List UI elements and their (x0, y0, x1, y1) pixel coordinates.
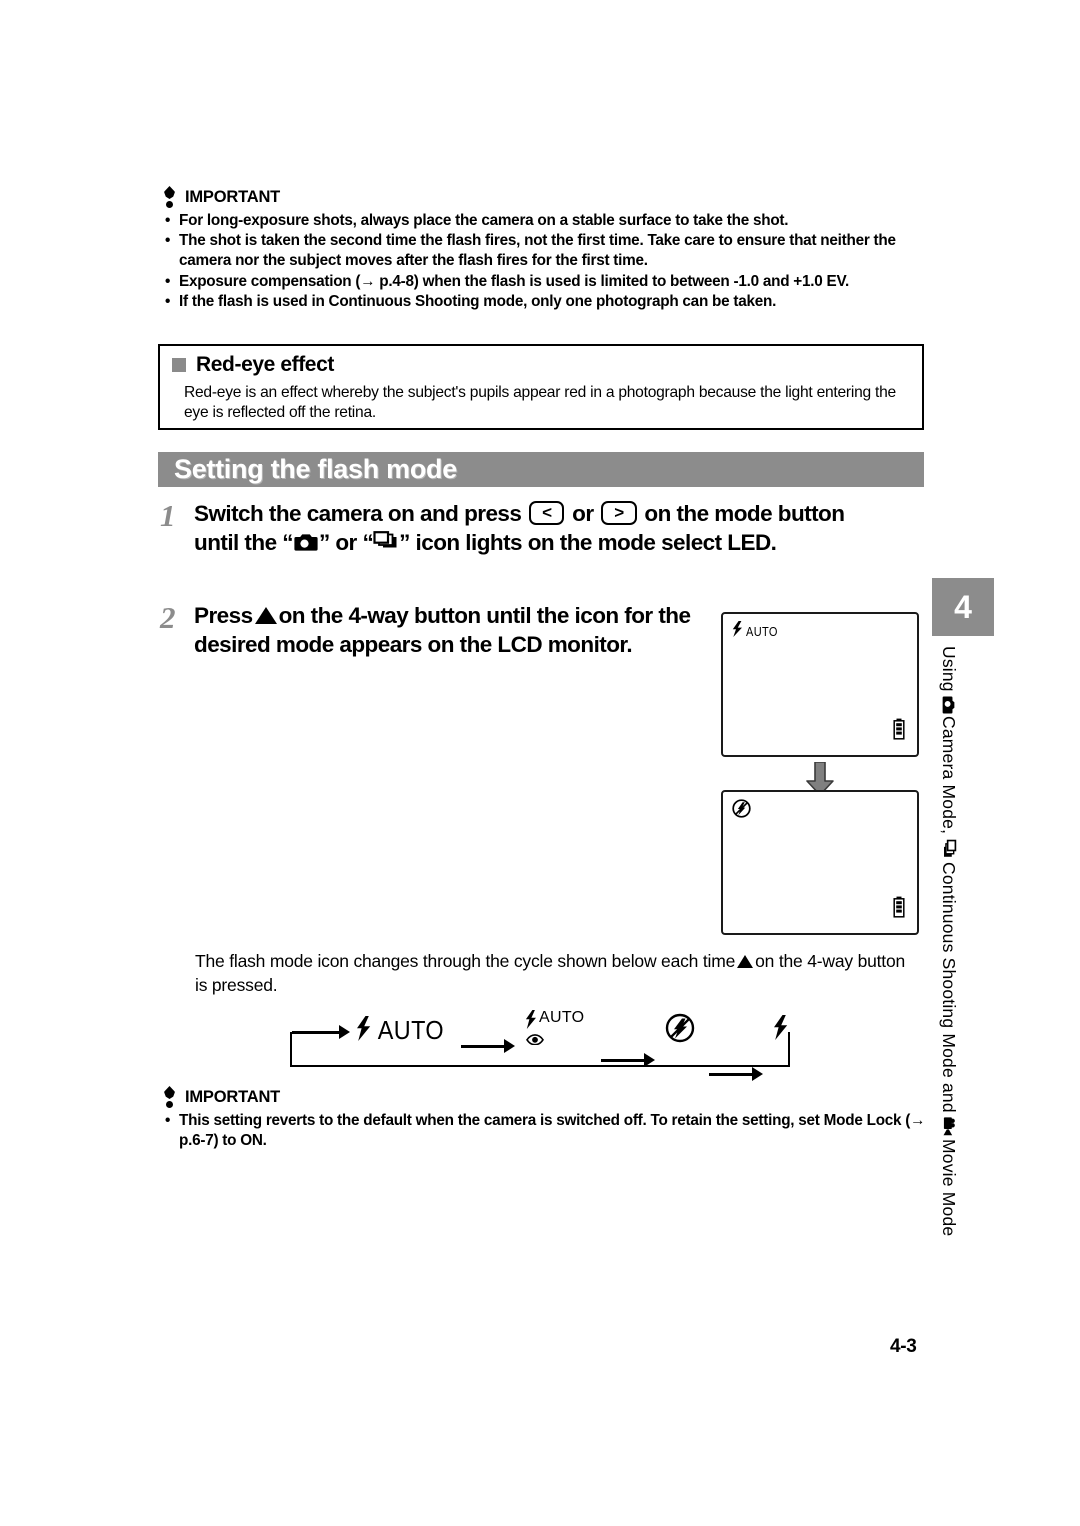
exclamation-icon (163, 186, 176, 208)
chapter-vertical-title: Using Camera Mode, Continuous Shooting M… (938, 646, 959, 1256)
red-eye-header: Red-eye effect (160, 346, 922, 379)
lcd-flash-label: AUTO (746, 624, 778, 639)
lcd-flash-indicator-before: AUTO (732, 621, 782, 642)
vertical-title-part: Camera Mode, (939, 715, 959, 834)
battery-icon (893, 896, 905, 923)
flash-mode-cycle-diagram: AUTO AUTO (290, 1010, 790, 1081)
step-1: 1 Switch the camera on and press < or > … (160, 498, 875, 557)
flash-bolt-icon (525, 1010, 537, 1034)
flash-bolt-icon (356, 1015, 371, 1046)
step-text: Press on the 4-way button until the icon … (194, 602, 695, 659)
cycle-item-flash-auto: AUTO (356, 1015, 448, 1046)
continuous-shooting-icon (373, 530, 399, 552)
flash-off-icon (665, 1013, 695, 1047)
step-text-part: Switch the camera on and press (194, 501, 522, 526)
step-text-part: ” or “ (318, 529, 374, 555)
important-title: IMPORTANT (185, 187, 281, 206)
important-header: IMPORTANT (163, 186, 928, 208)
list-item: The shot is taken the second time the fl… (163, 231, 928, 271)
important-notice-top: IMPORTANT For long-exposure shots, alway… (163, 186, 928, 312)
flash-off-icon (732, 799, 751, 823)
mode-button-right-icon: > (601, 501, 637, 525)
list-item: This setting reverts to the default when… (163, 1111, 928, 1151)
step-number: 1 (160, 498, 176, 533)
chapter-number: 4 (954, 588, 972, 625)
cycle-item-flash-auto-redeye: AUTO (525, 1010, 593, 1050)
vertical-title-part: Using (939, 646, 959, 692)
cycle-arrow-3 (709, 1067, 1080, 1081)
movie-camera-icon (942, 1115, 956, 1136)
list-item: If the flash is used in Continuous Shoot… (163, 292, 928, 312)
important-notice-bottom: IMPORTANT This setting reverts to the de… (163, 1086, 928, 1151)
red-eye-body-text: Red-eye is an effect whereby the subject… (184, 384, 896, 421)
vertical-title-part: Movie Mode (939, 1138, 959, 1237)
camera-mode-icon (293, 531, 319, 551)
step-text-part: ” icon lights on the mode select LED. (399, 529, 777, 555)
camera-mode-icon (942, 693, 956, 714)
step-text: Switch the camera on and press < or > on… (194, 500, 875, 557)
flash-bolt-icon (732, 621, 743, 642)
step-text-part: Press (194, 603, 253, 628)
step-2: 2 Press on the 4-way button until the ico… (160, 600, 695, 659)
section-heading-bar: Setting the flash mode (158, 452, 924, 487)
cycle-caption-part: The flash mode icon changes through the … (195, 951, 736, 971)
important-title: IMPORTANT (185, 1087, 281, 1106)
exclamation-icon (163, 1086, 176, 1108)
vertical-title-part: Continuous Shooting Mode and (939, 861, 959, 1113)
chapter-tab: 4 (932, 578, 994, 636)
lcd-flash-indicator-after (732, 799, 751, 823)
important-bullet-list: This setting reverts to the default when… (163, 1111, 928, 1151)
battery-icon (893, 718, 905, 745)
lcd-monitor-before: AUTO (721, 612, 919, 757)
cycle-arrow-2 (601, 1053, 1080, 1067)
step-number: 2 (160, 600, 176, 635)
cycle-item-label: AUTO (539, 1009, 585, 1026)
triangle-up-icon (737, 955, 754, 968)
mode-button-left-icon: < (529, 501, 565, 525)
page-title: Setting the flash mode (174, 454, 457, 484)
triangle-up-icon (254, 607, 277, 624)
list-item: Exposure compensation (→ p.4-8) when the… (163, 272, 928, 292)
cycle-caption: The flash mode icon changes through the … (195, 950, 910, 997)
red-eye-icon (526, 1032, 593, 1050)
step-text-or: or (572, 501, 594, 526)
flash-bolt-icon (773, 1015, 788, 1044)
red-eye-title: Red-eye effect (196, 353, 334, 376)
continuous-shooting-icon (941, 837, 957, 858)
cycle-item-flash-off (665, 1013, 695, 1048)
important-header: IMPORTANT (163, 1086, 928, 1108)
page-number: 4-3 (890, 1336, 917, 1357)
cycle-item-label: AUTO (377, 1015, 445, 1045)
important-bullet-list: For long-exposure shots, always place th… (163, 211, 928, 312)
lcd-monitor-after (721, 790, 919, 935)
list-item: For long-exposure shots, always place th… (163, 211, 928, 231)
red-eye-effect-box: Red-eye effect Red-eye is an effect wher… (158, 344, 924, 430)
cycle-item-flash-on (773, 1015, 788, 1045)
square-bullet-icon (172, 358, 186, 372)
